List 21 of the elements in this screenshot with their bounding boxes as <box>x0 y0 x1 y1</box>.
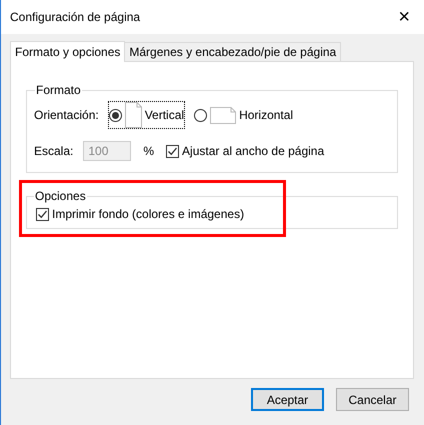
orientation-radio[interactable]: Vertical <box>108 102 184 128</box>
fit-width-option[interactable]: Ajustar al ancho de página <box>166 142 324 160</box>
dialog-button[interactable]: Aceptar <box>251 388 324 411</box>
landscape-page-icon <box>210 106 236 124</box>
checkbox[interactable] <box>166 144 180 158</box>
dialog-button[interactable]: Cancelar <box>336 388 409 411</box>
orientation-radio[interactable]: Horizontal <box>194 106 294 124</box>
window-title: Configuración de página <box>10 9 140 26</box>
print-background-option[interactable]: Imprimir fondo (colores e imágenes) <box>36 205 390 223</box>
check-icon <box>37 208 48 220</box>
portrait-page-icon <box>124 102 142 128</box>
close-button[interactable]: × <box>394 7 414 27</box>
tab[interactable]: Márgenes y encabezado/pie de página <box>125 42 342 61</box>
checkbox[interactable] <box>36 208 49 220</box>
group-title: Opciones <box>34 188 87 205</box>
scale-label: Escala: <box>34 143 74 160</box>
check-icon <box>167 146 178 156</box>
orientation-label: Orientación: <box>34 107 99 124</box>
tab[interactable]: Formato y opciones <box>10 41 126 62</box>
percent-label: % <box>143 143 154 160</box>
group-title: Formato <box>35 82 82 99</box>
